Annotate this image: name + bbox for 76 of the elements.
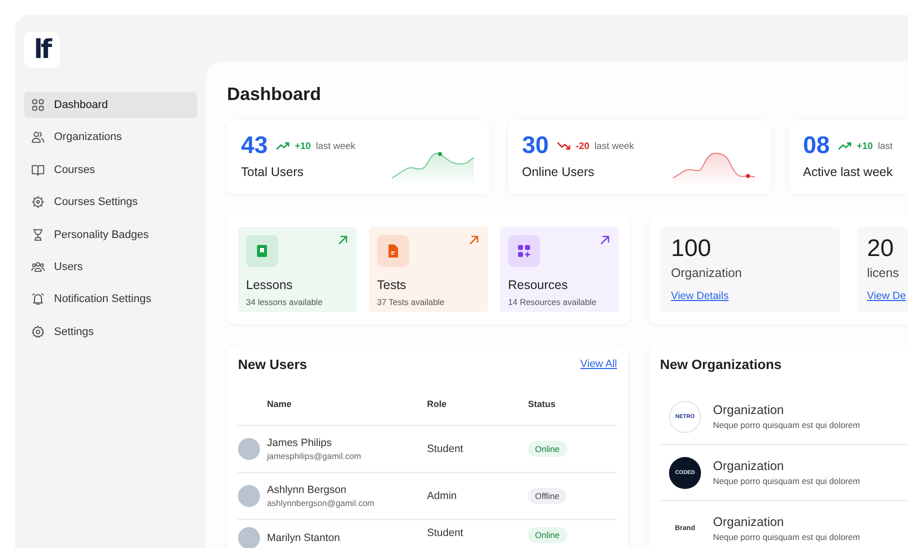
cog-icon — [31, 195, 45, 210]
resource-tile[interactable]: Lessons 34 lessons available — [238, 227, 357, 312]
trophy-icon — [31, 228, 45, 242]
view-all-link[interactable]: View All — [580, 358, 617, 370]
apps-icon — [516, 243, 532, 259]
users-icon — [31, 130, 45, 144]
view-details-link[interactable]: View De — [867, 290, 906, 302]
resource-tile[interactable]: Resources 14 Resources available — [500, 227, 619, 312]
status-badge: Online — [528, 441, 567, 457]
sidebar-item[interactable]: Notification Settings — [24, 286, 197, 312]
stat-value: 08 — [803, 132, 830, 160]
sidebar-item[interactable]: Courses — [24, 156, 197, 183]
arrow-icon — [338, 235, 348, 245]
bell-icon — [31, 292, 45, 306]
org-description: Neque porro quisquam est qui dolorem — [713, 532, 860, 542]
sidebar-item[interactable]: Organizations — [24, 124, 197, 150]
tile-subtitle: 14 Resources available — [508, 297, 598, 307]
arrow-icon — [469, 235, 479, 245]
book-icon — [31, 162, 45, 177]
change-value: -20 — [576, 140, 590, 152]
status-badge: Offline — [528, 488, 566, 504]
stat-label: Online Users — [522, 165, 594, 179]
tile-subtitle: 37 Tests available — [377, 297, 446, 307]
people-icon — [31, 260, 45, 274]
org-name: Organization — [713, 515, 785, 529]
tile-title: Resources — [508, 278, 568, 292]
change-value: +10 — [294, 140, 311, 152]
grid-icon — [31, 98, 45, 112]
tile-subtitle: 34 lessons available — [246, 297, 324, 307]
summary-label: Organization — [671, 266, 742, 280]
column-header: Name — [266, 399, 293, 409]
period-label: last week — [316, 140, 356, 152]
user-name: Marilyn Stanton — [267, 532, 340, 544]
sidebar-item[interactable]: Users — [24, 254, 197, 280]
status-badge: Online — [528, 527, 567, 543]
user-role: Student — [427, 527, 464, 539]
view-details-link[interactable]: View Details — [671, 290, 729, 302]
stat-value: 43 — [241, 132, 268, 160]
page-title: Dashboard — [227, 83, 322, 106]
sidebar-item[interactable]: Courses Settings — [24, 189, 197, 216]
settings-icon — [31, 324, 45, 339]
user-email: ashlynnbergson@gamil.com — [267, 498, 374, 508]
org-name: Organization — [713, 459, 785, 473]
summary-label: licens — [867, 266, 899, 280]
avatar-placeholder — [238, 485, 260, 507]
sidebar-item[interactable]: Settings — [24, 318, 197, 345]
change-value: +10 — [856, 140, 873, 152]
summary-value: 20 — [867, 235, 894, 263]
logo: lf — [24, 32, 60, 68]
column-header: Role — [427, 399, 448, 409]
period-label: last week — [594, 140, 634, 152]
user-role: Admin — [427, 490, 457, 502]
summary-value: 100 — [671, 235, 712, 263]
arrow-icon — [600, 235, 610, 245]
avatar-placeholder — [238, 438, 260, 460]
user-name: Ashlynn Bergson — [267, 484, 348, 496]
sidebar-item[interactable]: Personality Badges — [24, 222, 197, 248]
avatar-placeholder — [238, 527, 260, 548]
column-header: Status — [528, 399, 557, 409]
user-email: jamesphilips@gamil.com — [267, 451, 362, 461]
org-name: Organization — [713, 403, 785, 417]
stat-value: 30 — [522, 132, 549, 160]
card-title: New Users — [238, 356, 308, 372]
stat-label: Total Users — [241, 165, 304, 179]
user-name: James Philips — [267, 437, 333, 449]
tile-title: Tests — [377, 278, 406, 292]
tile-title: Lessons — [246, 278, 293, 292]
sidebar-item[interactable]: Dashboard — [24, 92, 197, 118]
org-description: Neque porro quisquam est qui dolorem — [713, 476, 860, 486]
org-description: Neque porro quisquam est qui dolorem — [713, 420, 860, 430]
user-role: Student — [427, 443, 464, 455]
resource-tile[interactable]: Tests 37 Tests available — [369, 227, 488, 312]
bookmark-icon — [254, 243, 270, 259]
stat-label: Active last week — [803, 165, 893, 179]
card-title: New Organizations — [660, 356, 782, 372]
period-label: last — [878, 140, 893, 152]
